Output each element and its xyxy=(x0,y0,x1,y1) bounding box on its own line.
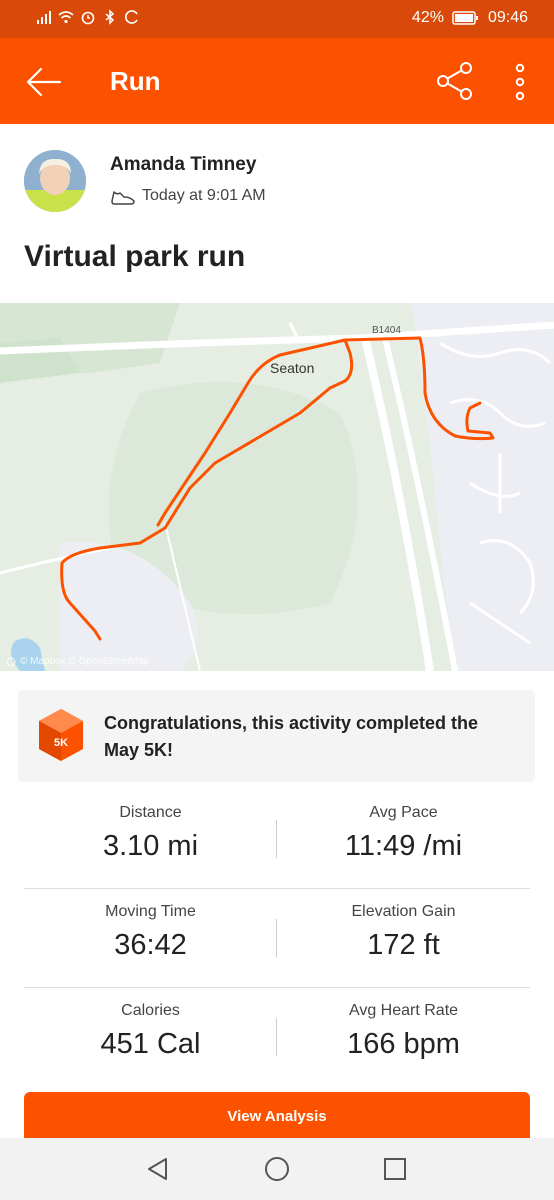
timestamp-text: Today at 9:01 AM xyxy=(142,187,266,204)
challenge-badge-icon: 5K xyxy=(39,709,83,761)
stat-calories: Calories 451 Cal xyxy=(24,988,277,1061)
clock: 09:46 xyxy=(487,9,528,26)
challenge-message: Congratulations, this activity completed… xyxy=(104,713,479,760)
shoe-icon xyxy=(111,191,135,205)
battery-icon xyxy=(452,11,478,25)
stat-distance: Distance 3.10 mi xyxy=(24,790,277,863)
stat-value: 36:42 xyxy=(114,929,187,961)
battery-percent: 42% xyxy=(411,9,444,26)
nav-home-icon[interactable] xyxy=(264,1156,290,1182)
stat-moving-time: Moving Time 36:42 xyxy=(24,889,277,962)
stat-label: Moving Time xyxy=(105,903,196,920)
stat-label: Avg Pace xyxy=(369,804,438,821)
stat-label: Distance xyxy=(119,804,182,821)
status-icons-left xyxy=(36,9,140,25)
nav-back-icon[interactable] xyxy=(145,1156,171,1182)
stat-value: 451 Cal xyxy=(100,1028,201,1060)
athlete-name[interactable]: Amanda Timney xyxy=(110,154,256,176)
map-credit-text: © Mapbox © OpenStreetMap xyxy=(20,656,150,667)
sync-icon xyxy=(125,10,138,24)
activity-timestamp: Today at 9:01 AM xyxy=(110,186,266,206)
more-vert-icon[interactable] xyxy=(508,62,532,102)
share-icon[interactable] xyxy=(434,60,476,102)
map-canvas xyxy=(0,303,554,671)
stat-label: Avg Heart Rate xyxy=(348,1002,459,1019)
stat-label: Elevation Gain xyxy=(351,903,456,920)
app-bar: Run xyxy=(0,38,554,124)
stat-avg-pace: Avg Pace 11:49 /mi xyxy=(277,790,530,863)
bluetooth-icon xyxy=(105,9,115,25)
map-place-label: Seaton xyxy=(270,360,315,376)
stat-value: 11:49 /mi xyxy=(344,830,463,862)
status-bar: 42% 09:46 xyxy=(0,0,554,38)
page-title: Run xyxy=(110,66,161,96)
info-icon[interactable] xyxy=(6,657,16,667)
stat-value: 3.10 mi xyxy=(102,830,199,862)
stat-avg-heart-rate: Avg Heart Rate 166 bpm xyxy=(277,988,530,1061)
stat-row: Distance 3.10 mi Avg Pace 11:49 /mi xyxy=(24,790,530,889)
map-credit: © Mapbox © OpenStreetMap xyxy=(6,656,149,667)
badge-label: 5K xyxy=(54,737,68,749)
stat-row: Moving Time 36:42 Elevation Gain 172 ft xyxy=(24,889,530,988)
stat-value: 166 bpm xyxy=(347,1028,460,1060)
stat-label: Calories xyxy=(121,1002,180,1019)
nav-recents-icon[interactable] xyxy=(382,1156,408,1182)
challenge-card[interactable]: 5K Congratulations, this activity comple… xyxy=(18,690,535,782)
stat-row: Calories 451 Cal Avg Heart Rate 166 bpm xyxy=(24,988,530,1087)
route-map[interactable]: Seaton B1404 © Mapbox © OpenStreetMap xyxy=(0,303,554,671)
system-nav-bar xyxy=(0,1138,554,1200)
status-icons-right: 42% 09:46 xyxy=(412,9,528,27)
activity-title: Virtual park run xyxy=(24,240,246,273)
stats-grid: Distance 3.10 mi Avg Pace 11:49 /mi Movi… xyxy=(24,790,530,1087)
alarm-icon xyxy=(81,11,95,25)
back-arrow-icon[interactable] xyxy=(24,62,64,102)
signal-icon xyxy=(37,11,51,24)
wifi-icon xyxy=(58,11,74,24)
stat-elevation-gain: Elevation Gain 172 ft xyxy=(277,889,530,962)
stat-value: 172 ft xyxy=(367,929,440,961)
avatar[interactable] xyxy=(24,150,86,212)
map-road-label: B1404 xyxy=(372,325,401,336)
view-analysis-button[interactable]: View Analysis xyxy=(24,1092,530,1142)
